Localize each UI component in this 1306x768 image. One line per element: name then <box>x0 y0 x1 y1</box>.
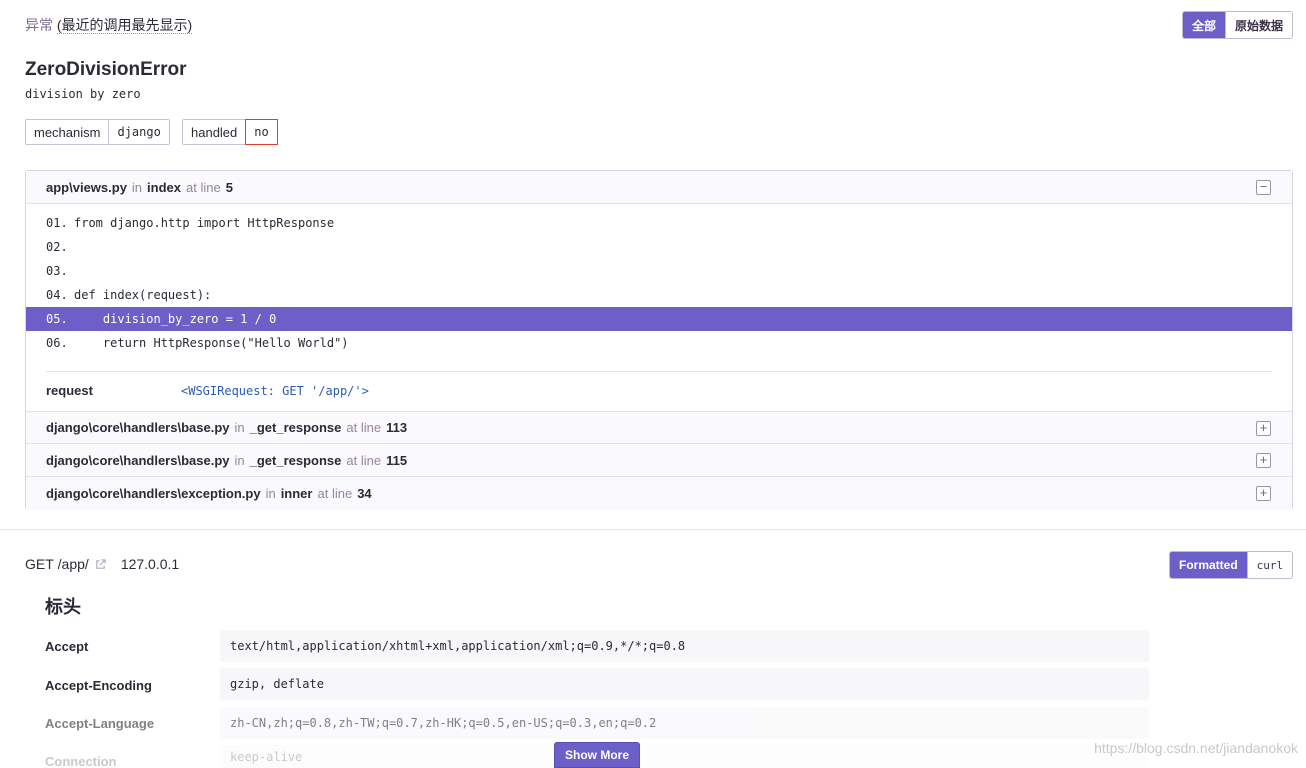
frame-header[interactable]: app\views.py in index at line 5 − <box>26 171 1292 204</box>
show-more-button[interactable]: Show More <box>554 742 640 768</box>
frame-in: in <box>265 486 276 501</box>
code-line: 03. <box>26 259 1292 283</box>
external-link-icon[interactable] <box>95 558 106 570</box>
exception-type: ZeroDivisionError <box>25 59 187 80</box>
code-line: 01. from django.http import HttpResponse <box>26 211 1292 235</box>
var-key: request <box>46 383 93 398</box>
code-line: 06. return HttpResponse("Hello World") <box>26 331 1292 355</box>
frame-function: index <box>147 179 182 195</box>
frame-file: app\views.py <box>46 179 127 195</box>
frame-function: _get_response <box>249 452 342 468</box>
tag-value: django <box>108 120 168 144</box>
code-line: 02. <box>26 235 1292 259</box>
line-text: from django.http import HttpResponse <box>74 216 335 230</box>
watermark: https://blog.csdn.net/jiandanokok <box>1094 740 1298 756</box>
header-key: Connection <box>45 754 117 768</box>
exception-order-hint[interactable]: (最近的调用最先显示) <box>56 17 193 34</box>
code-line: 04. def index(request): <box>26 283 1292 307</box>
header-value: zh-CN,zh;q=0.8,zh-TW;q=0.7,zh-HK;q=0.5,e… <box>220 707 1149 739</box>
code-line-active: 05. division_by_zero = 1 / 0 <box>26 307 1292 331</box>
line-number: 06. <box>46 336 68 350</box>
tag-key: mechanism <box>34 124 101 140</box>
toggle-raw-button[interactable]: 原始数据 <box>1225 12 1293 38</box>
frame-file: django\core\handlers\base.py <box>46 452 230 468</box>
line-text: division_by_zero = 1 / 0 <box>74 312 277 326</box>
frame-line: 113 <box>386 420 408 435</box>
header-value: keep-alive <box>220 745 1149 768</box>
expand-icon[interactable]: + <box>1256 453 1271 468</box>
line-number: 03. <box>46 264 68 278</box>
header-value: gzip, deflate <box>220 668 1149 700</box>
frame-in: in <box>131 179 143 195</box>
header-key: Accept <box>45 639 89 654</box>
frame-header[interactable]: django\core\handlers\exception.py in inn… <box>26 477 1292 510</box>
line-text: return HttpResponse("Hello World") <box>74 336 349 350</box>
request-summary: GET /app/ 127.0.0.1 <box>25 556 179 572</box>
frame-at: at line <box>317 486 353 501</box>
frame-header[interactable]: django\core\handlers\base.py in _get_res… <box>26 411 1292 444</box>
frame-file: django\core\handlers\base.py <box>46 420 230 435</box>
frame-in: in <box>234 452 245 468</box>
headers-title: 标头 <box>45 597 81 617</box>
vars-divider <box>46 371 1272 372</box>
exception-message: division by zero <box>25 87 141 101</box>
tag-value: no <box>245 119 278 145</box>
collapse-icon[interactable]: − <box>1256 180 1271 195</box>
frame-line: 115 <box>386 452 408 468</box>
header-value: text/html,application/xhtml+xml,applicat… <box>220 630 1149 662</box>
request-method: GET <box>25 556 54 572</box>
header-key: Accept-Language <box>45 716 155 731</box>
tag-mechanism[interactable]: mechanism django <box>25 119 170 145</box>
tag-key: handled <box>191 124 238 140</box>
frame-function: _get_response <box>249 420 342 435</box>
expand-icon[interactable]: + <box>1256 486 1271 501</box>
formatted-button[interactable]: Formatted <box>1170 552 1247 578</box>
frame-file: django\core\handlers\exception.py <box>46 486 261 501</box>
exception-header: 异常 (最近的调用最先显示) <box>25 15 193 35</box>
curl-button[interactable]: curl <box>1246 552 1293 578</box>
frame-line: 5 <box>225 179 233 195</box>
request-path: /app/ <box>57 556 89 572</box>
frame-line: 34 <box>357 486 372 501</box>
tag-handled[interactable]: handled no <box>182 119 278 145</box>
frame-at: at line <box>186 179 221 195</box>
frame-function: inner <box>280 486 313 501</box>
request-ip: 127.0.0.1 <box>120 556 180 572</box>
exception-label: 异常 <box>25 17 53 33</box>
line-text: def index(request): <box>74 288 212 302</box>
line-number: 04. <box>46 288 68 302</box>
request-view-toggle: Formatted curl <box>1169 551 1294 579</box>
line-number: 05. <box>46 312 68 326</box>
frame-in: in <box>234 420 245 435</box>
var-value: <WSGIRequest: GET '/app/'> <box>181 384 369 398</box>
stack-trace: app\views.py in index at line 5 − 01. fro… <box>25 170 1293 510</box>
line-number: 02. <box>46 240 68 254</box>
line-number: 01. <box>46 216 68 230</box>
exception-view-toggle: 全部 原始数据 <box>1182 11 1294 39</box>
expand-icon[interactable]: + <box>1256 421 1271 436</box>
frame-header[interactable]: django\core\handlers\base.py in _get_res… <box>26 444 1292 477</box>
frame-at: at line <box>346 420 382 435</box>
header-key: Accept-Encoding <box>45 678 152 693</box>
section-divider <box>0 529 1306 530</box>
frame-at: at line <box>346 452 382 468</box>
toggle-all-button[interactable]: 全部 <box>1183 12 1226 38</box>
